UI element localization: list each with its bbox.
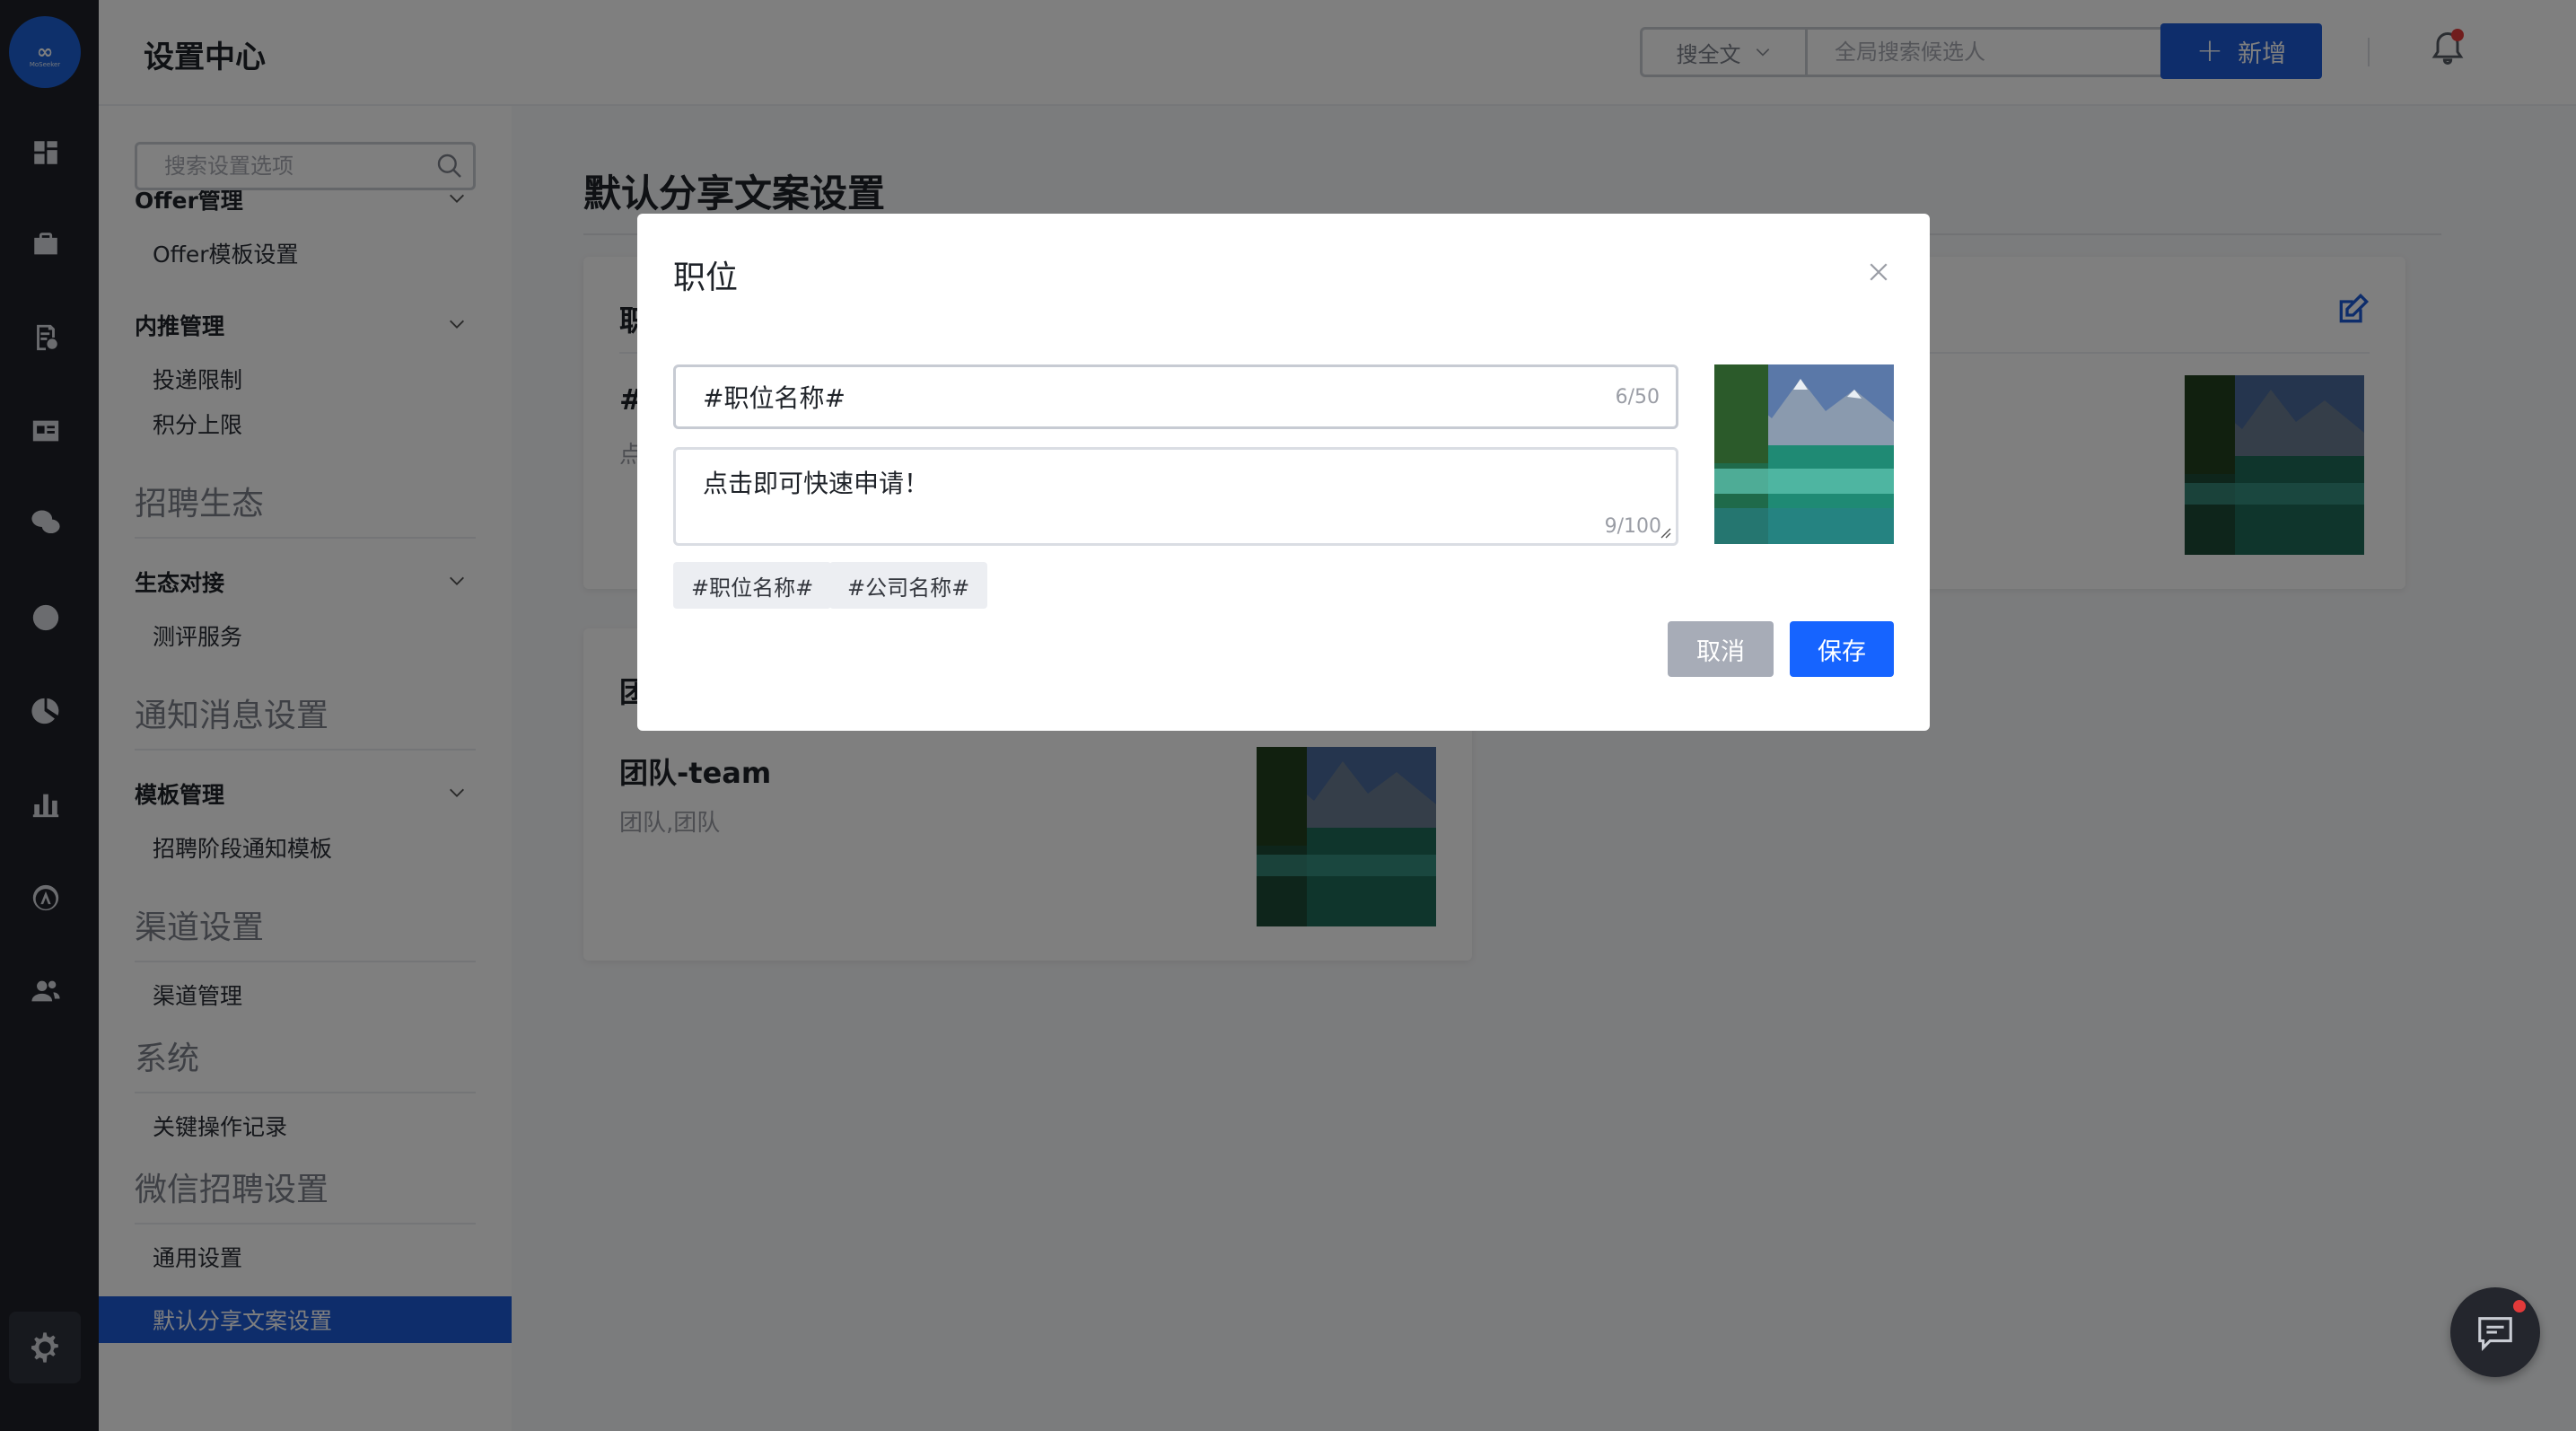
share-title-input[interactable] — [676, 382, 1616, 412]
chat-support-button[interactable] — [2450, 1287, 2540, 1377]
resize-handle-icon[interactable] — [1660, 527, 1672, 540]
modal-title: 职位 — [673, 259, 739, 296]
cancel-button[interactable]: 取消 — [1668, 621, 1774, 677]
insert-tag-company-name[interactable]: #公司名称# — [829, 562, 988, 609]
notification-dot — [2513, 1300, 2526, 1312]
share-title-field: 6/50 — [673, 364, 1678, 429]
share-desc-input[interactable]: 点击即可快速申请！ — [676, 450, 1676, 543]
chat-icon — [2478, 1317, 2512, 1351]
save-button[interactable]: 保存 — [1790, 621, 1894, 677]
desc-char-count: 9/100 — [1604, 515, 1661, 538]
close-icon[interactable] — [1865, 259, 1892, 285]
edit-share-modal: 职位 6/50 点击即可快速申请！ 9/100 #职位名称# #公司名称# 取消… — [637, 214, 1930, 731]
share-desc-field: 点击即可快速申请！ 9/100 — [673, 447, 1678, 546]
title-char-count: 6/50 — [1615, 385, 1660, 408]
share-image-upload[interactable] — [1714, 364, 1894, 544]
insert-tag-position-name[interactable]: #职位名称# — [673, 562, 832, 609]
